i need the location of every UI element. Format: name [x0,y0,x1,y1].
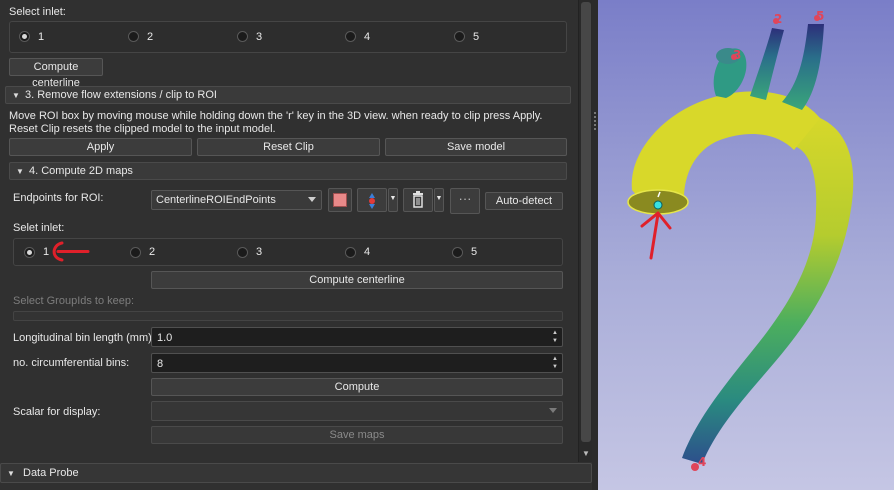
data-probe-section[interactable]: ▼ Data Probe [0,463,592,483]
collapse-arrow-icon: ▼ [12,91,20,100]
3d-view[interactable]: 2 5 3 4 [598,0,894,490]
marker-label-2: 2 [774,12,782,26]
trash-icon [413,191,423,208]
inlet-radio-4-top[interactable] [345,31,356,42]
more-dots-icon: ··· [458,191,472,206]
marker-label-5: 5 [816,9,824,23]
scrollbar-thumb[interactable] [581,2,591,442]
section-remove-flow-extensions[interactable]: ▼ 3. Remove flow extensions / clip to RO… [5,86,571,104]
inlet-radio-3-maps[interactable] [237,247,248,258]
more-options-button[interactable]: ··· [450,188,480,214]
inlet-radio-group-top: 1 2 3 4 5 [9,21,567,53]
compute-button[interactable]: Compute [151,378,563,396]
section4-title: 4. Compute 2D maps [29,165,133,177]
inlet-radio-3-top[interactable] [237,31,248,42]
splitter-handle-icon[interactable] [594,112,596,130]
place-markup-button[interactable] [357,188,387,212]
group-ids-label: Select GroupIds to keep: [13,295,135,307]
collapse-arrow-icon: ▼ [16,167,24,176]
red-annotation-arrow-up [640,211,672,260]
inlet-radio-3-maps-label: 3 [256,246,263,258]
select-inlet-label: Select inlet: [9,6,66,18]
delete-points-button[interactable] [403,188,433,212]
compute-centerline-button-top[interactable]: Compute centerline [9,58,103,89]
scalar-display-selector[interactable] [151,401,563,421]
inlet-radio-2-top[interactable] [128,31,139,42]
marker-label-4: 4 [698,455,706,469]
bin-length-label: Longitudinal bin length (mm): [13,332,155,344]
place-markup-dropdown[interactable]: ▼ [388,188,398,212]
collapse-arrow-icon: ▼ [7,469,15,478]
inlet-radio-1-maps[interactable] [24,247,35,258]
reset-clip-button[interactable]: Reset Clip [197,138,380,156]
inlet-radio-5-maps[interactable] [452,247,463,258]
inlet-radio-5-top[interactable] [454,31,465,42]
aorta-model: 2 5 3 4 [627,9,854,471]
inlet-radio-group-maps: 1 2 3 4 5 [13,238,563,266]
branch-vessel-2 [750,28,784,100]
inlet-radio-2-maps-label: 2 [149,246,156,258]
color-swatch-icon [333,193,347,207]
inlet-radio-1-top-label: 1 [38,31,45,43]
section3-title: 3. Remove flow extensions / clip to ROI [25,89,217,101]
spin-arrows-icon[interactable]: ▲ ▼ [549,355,561,371]
clip-instructions: Move ROI box by moving mouse while holdi… [9,110,543,135]
inlet-radio-1-top[interactable] [19,31,30,42]
chevron-down-icon [549,408,557,413]
color-swatch-button[interactable] [328,188,352,212]
bin-length-value: 1.0 [157,332,173,344]
chevron-down-icon [308,197,316,202]
bin-length-input[interactable]: 1.0 ▲ ▼ [151,327,563,347]
aortic-arch [631,91,820,205]
group-ids-list[interactable] [13,311,563,321]
inlet-radio-5-top-label: 5 [473,31,480,43]
inlet-radio-5-maps-label: 5 [471,246,478,258]
inlet-radio-2-top-label: 2 [147,31,154,43]
inlet-radio-4-top-label: 4 [364,31,371,43]
apply-button[interactable]: Apply [9,138,192,156]
module-panel: Select inlet: 1 2 3 4 5 Compute centerli… [0,0,592,490]
descending-aorta [682,112,854,464]
marker-label-3: 3 [733,48,741,62]
panel-scrollbar[interactable]: ▼ [578,0,592,462]
compute-centerline-button-maps[interactable]: Compute centerline [151,271,563,289]
inlet-point-marker[interactable] [653,200,663,210]
circ-bins-value: 8 [157,358,164,370]
endpoints-roi-value: CenterlineROIEndPoints [156,194,276,206]
selet-inlet-label: Selet inlet: [13,222,65,234]
delete-points-dropdown[interactable]: ▼ [434,188,444,212]
place-point-icon [369,193,375,209]
scroll-down-arrow-icon[interactable]: ▼ [581,449,591,459]
save-maps-button[interactable]: Save maps [151,426,563,444]
inlet-radio-4-maps-label: 4 [364,246,371,258]
inlet-radio-4-maps[interactable] [345,247,356,258]
auto-detect-button[interactable]: Auto-detect [485,192,563,210]
scalar-display-label: Scalar for display: [13,406,101,418]
section-compute-2d-maps[interactable]: ▼ 4. Compute 2D maps [9,162,567,180]
inlet-radio-2-maps[interactable] [130,247,141,258]
save-model-button[interactable]: Save model [385,138,567,156]
circ-bins-label: no. circumferential bins: [13,357,130,369]
endpoints-roi-selector[interactable]: CenterlineROIEndPoints [151,190,322,210]
spin-arrows-icon[interactable]: ▲ ▼ [549,329,561,345]
data-probe-title: Data Probe [23,467,79,479]
endpoints-roi-label: Endpoints for ROI: [13,192,104,204]
branch-vessel-5 [782,24,824,110]
circ-bins-input[interactable]: 8 ▲ ▼ [151,353,563,373]
inlet-radio-3-top-label: 3 [256,31,263,43]
red-annotation-arrow-left [52,241,90,262]
